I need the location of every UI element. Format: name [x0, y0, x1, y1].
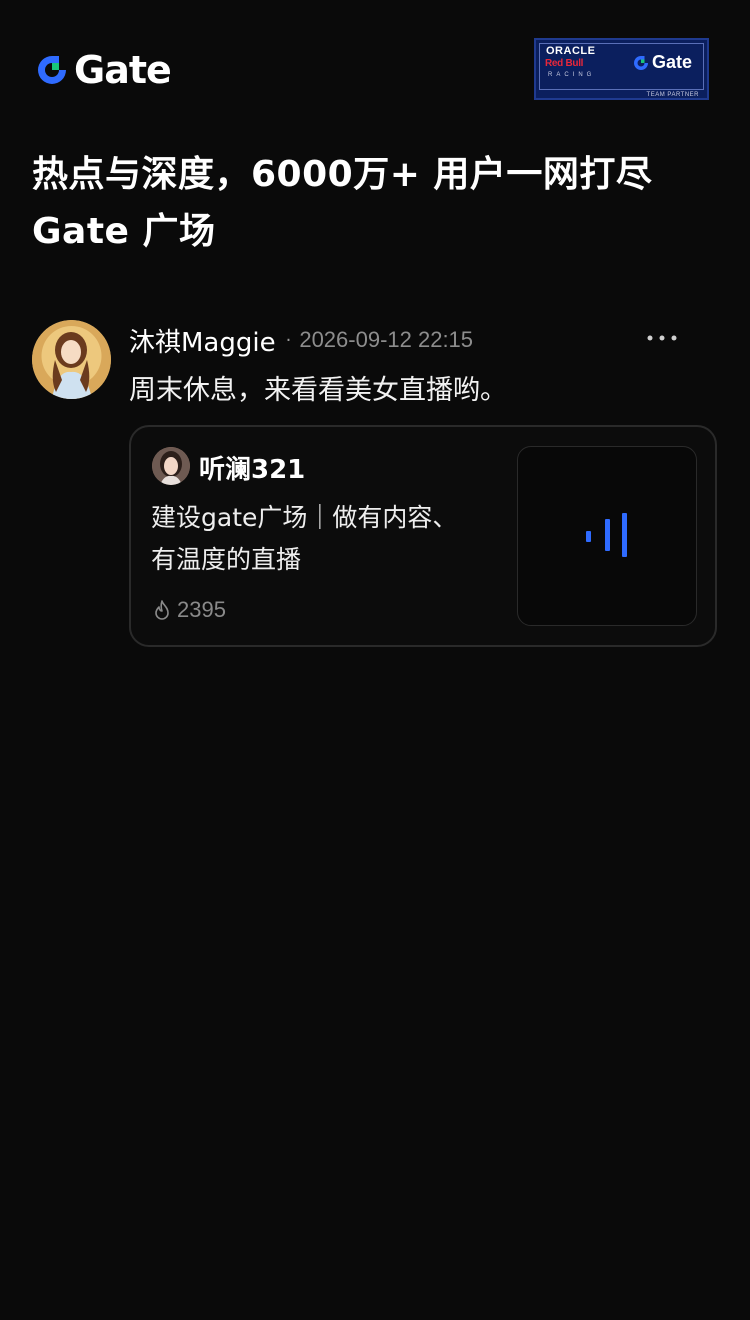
live-title-line-2: 有温度的直播: [151, 545, 302, 574]
host-name[interactable]: 听澜321: [199, 449, 305, 486]
flame-icon: [155, 600, 169, 620]
headline-line-2: Gate 广场: [32, 211, 216, 252]
page-headline: 热点与深度，6000万+ 用户一网打尽 Gate 广场: [32, 146, 722, 260]
author-avatar[interactable]: [32, 320, 111, 399]
gate-logo[interactable]: Gate: [34, 48, 172, 92]
more-dots-icon: [647, 335, 677, 341]
partner-brand-text: Gate: [652, 52, 693, 72]
heat-value: 2395: [177, 597, 226, 622]
partner-badge-line2: Red Bull: [545, 58, 584, 69]
meta-separator: ·: [285, 329, 292, 351]
heat-count: 2395: [153, 597, 226, 623]
partner-badge-line3: RACING: [548, 72, 596, 78]
post-meta: 沐祺Maggie · 2026-09-12 22:15: [129, 322, 473, 358]
live-title: 建设gate广场｜做有内容、 有温度的直播: [151, 497, 506, 581]
host-avatar-image: [152, 447, 190, 485]
live-stream-card[interactable]: 听澜321 建设gate广场｜做有内容、 有温度的直播 2395: [129, 425, 717, 647]
author-name[interactable]: 沐祺Maggie: [129, 322, 276, 359]
more-options-button[interactable]: [642, 326, 682, 354]
partner-gate-logo: Gate: [632, 52, 692, 73]
page: Gate ORACLE Red Bull RACING Gate TEAM PA…: [0, 0, 750, 1320]
live-title-line-1: 建设gate广场｜做有内容、: [151, 503, 458, 532]
host-avatar[interactable]: [152, 447, 190, 485]
post-timestamp: 2026-09-12 22:15: [299, 327, 474, 352]
headline-line-1: 热点与深度，6000万+ 用户一网打尽: [32, 154, 653, 195]
live-bars-icon: [586, 513, 627, 557]
author-avatar-image: [32, 320, 111, 399]
header: Gate ORACLE Red Bull RACING Gate TEAM PA…: [34, 38, 714, 102]
gate-logo-icon: [38, 56, 66, 84]
live-thumbnail[interactable]: [517, 446, 697, 626]
post-text: 周末休息，来看看美女直播哟。: [129, 375, 507, 406]
partner-badge-line1: ORACLE: [546, 45, 596, 57]
partner-badge-caption: TEAM PARTNER: [646, 92, 699, 98]
logo-text: Gate: [74, 48, 172, 92]
team-partner-badge: ORACLE Red Bull RACING Gate TEAM PARTNER: [534, 38, 709, 100]
gate-logo-small-icon: [634, 55, 648, 70]
